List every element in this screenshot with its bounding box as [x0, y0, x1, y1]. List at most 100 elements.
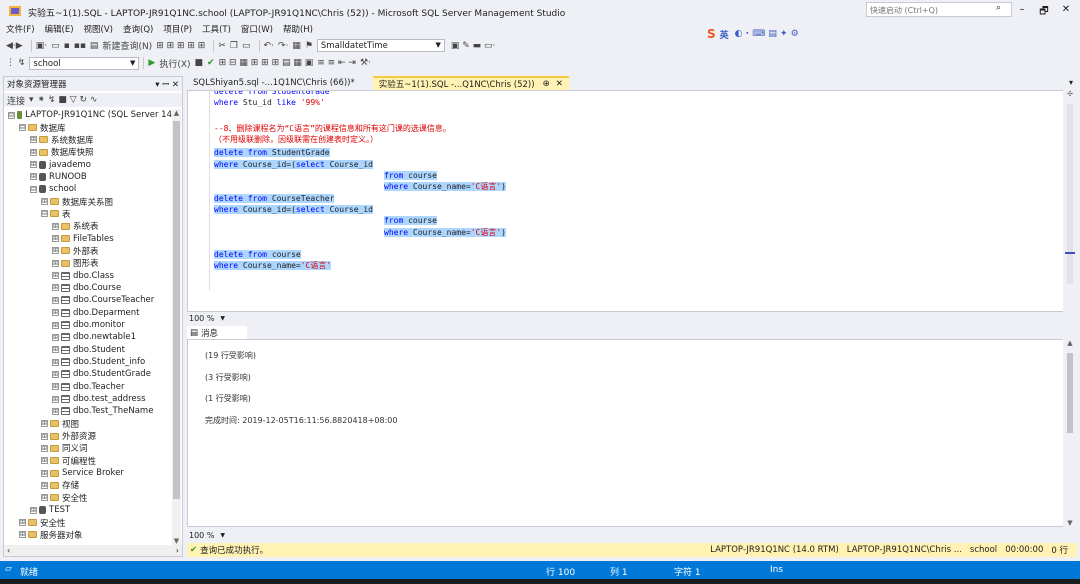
menu-view[interactable]: 视图(V)	[84, 23, 113, 35]
tree-node[interactable]: ⊞ 同义词	[4, 442, 172, 454]
tree-node[interactable]: ⊞ 系统数据库	[4, 134, 172, 146]
close-tab-icon[interactable]: ✕	[556, 79, 563, 89]
menu-file[interactable]: 文件(F)	[6, 23, 35, 35]
expand-icon[interactable]: ⊞	[41, 420, 48, 428]
tree-node[interactable]: ⊞ dbo.Teacher	[4, 381, 172, 393]
expand-icon[interactable]: ⊞	[52, 333, 59, 341]
scrollbar-track[interactable]	[1067, 104, 1073, 284]
tree-node[interactable]: ⊞ dbo.Class	[4, 269, 172, 281]
split-icon[interactable]: ✣	[1063, 90, 1077, 98]
chevron-down-icon[interactable]: ▼	[220, 315, 225, 322]
tree-node[interactable]: ⊞ RUNOOB	[4, 171, 172, 183]
messages-vertical-scrollbar[interactable]: ▲ ▼	[1063, 339, 1077, 527]
cancel-query-icon[interactable]: ■	[195, 58, 204, 68]
expand-icon[interactable]: ⊞	[19, 519, 26, 527]
quick-launch-input[interactable]: 快速启动 (Ctrl+Q)	[866, 2, 1012, 17]
menu-project[interactable]: 项目(P)	[163, 23, 192, 35]
tree-node[interactable]: ⊟ 表	[4, 208, 172, 220]
expand-icon[interactable]: ⊞	[41, 444, 48, 452]
connect-button[interactable]: 连接	[7, 94, 25, 107]
expand-icon[interactable]: ⊞	[52, 358, 59, 366]
code-line[interactable]: from course	[384, 170, 437, 181]
scroll-up-icon[interactable]: ▲	[1063, 339, 1077, 347]
minimize-button[interactable]: –	[1015, 4, 1029, 15]
tab-sqlshiyan5[interactable]: SQLShiyan5.sql -...1Q1NC\Chris (66))*	[187, 76, 361, 90]
editor-vertical-scrollbar[interactable]: ✣	[1063, 90, 1077, 312]
expand-icon[interactable]: ⊞	[52, 346, 59, 354]
open-file-icon[interactable]: ▭	[51, 41, 60, 51]
tree-node[interactable]: ⊞ 外部表	[4, 245, 172, 257]
tree-vertical-scrollbar[interactable]: ▲ ▼	[172, 109, 181, 545]
expand-icon[interactable]: ⊞	[30, 148, 37, 156]
new-query-button[interactable]: 新建查询(N)	[102, 39, 152, 52]
cut-icon[interactable]: ✂	[218, 41, 226, 51]
query-options-icons[interactable]: ⊞ ⊟ ▦ ⊞ ⊞ ⊞ ▤ ▦ ▣	[219, 58, 314, 68]
expand-icon[interactable]: ⊞	[52, 395, 59, 403]
scroll-down-icon[interactable]: ▼	[1063, 519, 1077, 527]
search-icon[interactable]: ⌕	[996, 3, 1001, 13]
tree-node[interactable]: ⊞ 可编程性	[4, 455, 172, 467]
menu-tools[interactable]: 工具(T)	[202, 23, 231, 35]
connect-dropdown-icon[interactable]: ▾	[29, 95, 34, 105]
tree-node[interactable]: ⊞ Service Broker	[4, 467, 172, 479]
expand-icon[interactable]: ⊞	[41, 481, 48, 489]
expand-icon[interactable]: ⊞	[52, 407, 59, 415]
tree-node[interactable]: ⊞ dbo.Course	[4, 282, 172, 294]
tree-node[interactable]: ⊞ 安全性	[4, 492, 172, 504]
code-line[interactable]: where Course_name='C语言'	[214, 260, 332, 271]
collapse-icon[interactable]: ⊟	[41, 210, 48, 218]
code-line[interactable]: where Course_name='C语言')	[384, 227, 506, 238]
specify-values-icon[interactable]: ⚒·	[360, 58, 371, 68]
expand-icon[interactable]: ⊞	[41, 432, 48, 440]
back-icon[interactable]: ◀·▶	[6, 41, 23, 51]
menu-window[interactable]: 窗口(W)	[241, 23, 273, 35]
tab-overflow-icon[interactable]: ▾	[1069, 78, 1073, 87]
tree-node[interactable]: ⊟ 数据库	[4, 121, 172, 134]
navigate-icon[interactable]: ▦	[292, 41, 301, 51]
scrollbar-thumb[interactable]	[1067, 353, 1073, 433]
tree-node[interactable]: ⊟ school	[4, 183, 172, 195]
code-line[interactable]: where Course_id=(select Course_id	[214, 204, 373, 215]
code-line[interactable]: delete from CourseTeacher	[214, 193, 335, 204]
tree-node[interactable]: ⊞ dbo.Test_TheName	[4, 405, 172, 417]
expand-icon[interactable]: ⊞	[52, 370, 59, 378]
expand-icon[interactable]: ⊞	[52, 296, 59, 304]
collapse-icon[interactable]: ⊟	[30, 185, 37, 193]
tab-messages[interactable]: ▤ 消息	[187, 326, 247, 339]
code-line[interactable]: from course	[384, 215, 437, 226]
paste-icon[interactable]: ▭	[242, 41, 251, 51]
pin-icon[interactable]: ⊕	[543, 79, 550, 89]
tree-node[interactable]: ⊞ 数据库快照	[4, 146, 172, 158]
expand-icon[interactable]: ⊞	[52, 383, 59, 391]
connect-icon[interactable]: ⋮ ↯	[6, 58, 25, 68]
scroll-left-icon[interactable]: ‹	[7, 546, 10, 555]
panel-controls-icon[interactable]: ▾ ꟷ ✕	[155, 79, 179, 90]
restore-button[interactable]: 🗗	[1037, 4, 1051, 21]
tree-node[interactable]: ⊞ dbo.Student	[4, 344, 172, 356]
comment-icons[interactable]: ≡ ≡ ⇤ ⇥	[317, 58, 356, 68]
code-line[interactable]: --8、删除课程名为“C语言”的课程信息和所有这门课的选课信息。	[214, 123, 451, 134]
tree-node[interactable]: ⊞ dbo.monitor	[4, 319, 172, 331]
tree-node[interactable]: ⊞ FileTables	[4, 232, 172, 244]
find-icon[interactable]: ⚑	[305, 41, 313, 51]
tree-node[interactable]: ⊞ dbo.newtable1	[4, 331, 172, 343]
ssms-app-icon[interactable]	[8, 4, 22, 18]
expand-icon[interactable]: ⊞	[52, 247, 59, 255]
tree-node[interactable]: ⊞ dbo.CourseTeacher	[4, 294, 172, 306]
editor-zoom-combo[interactable]: 100 %	[189, 314, 214, 323]
expand-icon[interactable]: ⊞	[30, 173, 37, 181]
tree-node[interactable]: ⊞ dbo.test_address	[4, 393, 172, 405]
tab-shiyan5-active[interactable]: 实验五~1(1).SQL -...Q1NC\Chris (52)) ⊕ ✕	[372, 76, 569, 90]
expand-icon[interactable]: ⊞	[52, 272, 59, 280]
tree-node[interactable]: ⊟ LAPTOP-JR91Q1NC (SQL Server 14	[4, 109, 172, 121]
code-line[interactable]: where Stu_id like '99%'	[214, 97, 325, 108]
expand-icon[interactable]: ⊞	[52, 222, 59, 230]
tree-node[interactable]: ⊞ 数据库关系图	[4, 195, 172, 208]
scroll-up-icon[interactable]: ▲	[172, 109, 181, 117]
tree-node[interactable]: ⊞ 外部资源	[4, 430, 172, 442]
tree-node[interactable]: ⊞ TEST	[4, 504, 172, 516]
tree-node[interactable]: ⊞ dbo.Student_info	[4, 356, 172, 368]
save-icon[interactable]: ▪	[64, 41, 70, 51]
expand-icon[interactable]: ⊞	[30, 161, 37, 169]
execute-button[interactable]: 执行(X)	[159, 57, 190, 70]
